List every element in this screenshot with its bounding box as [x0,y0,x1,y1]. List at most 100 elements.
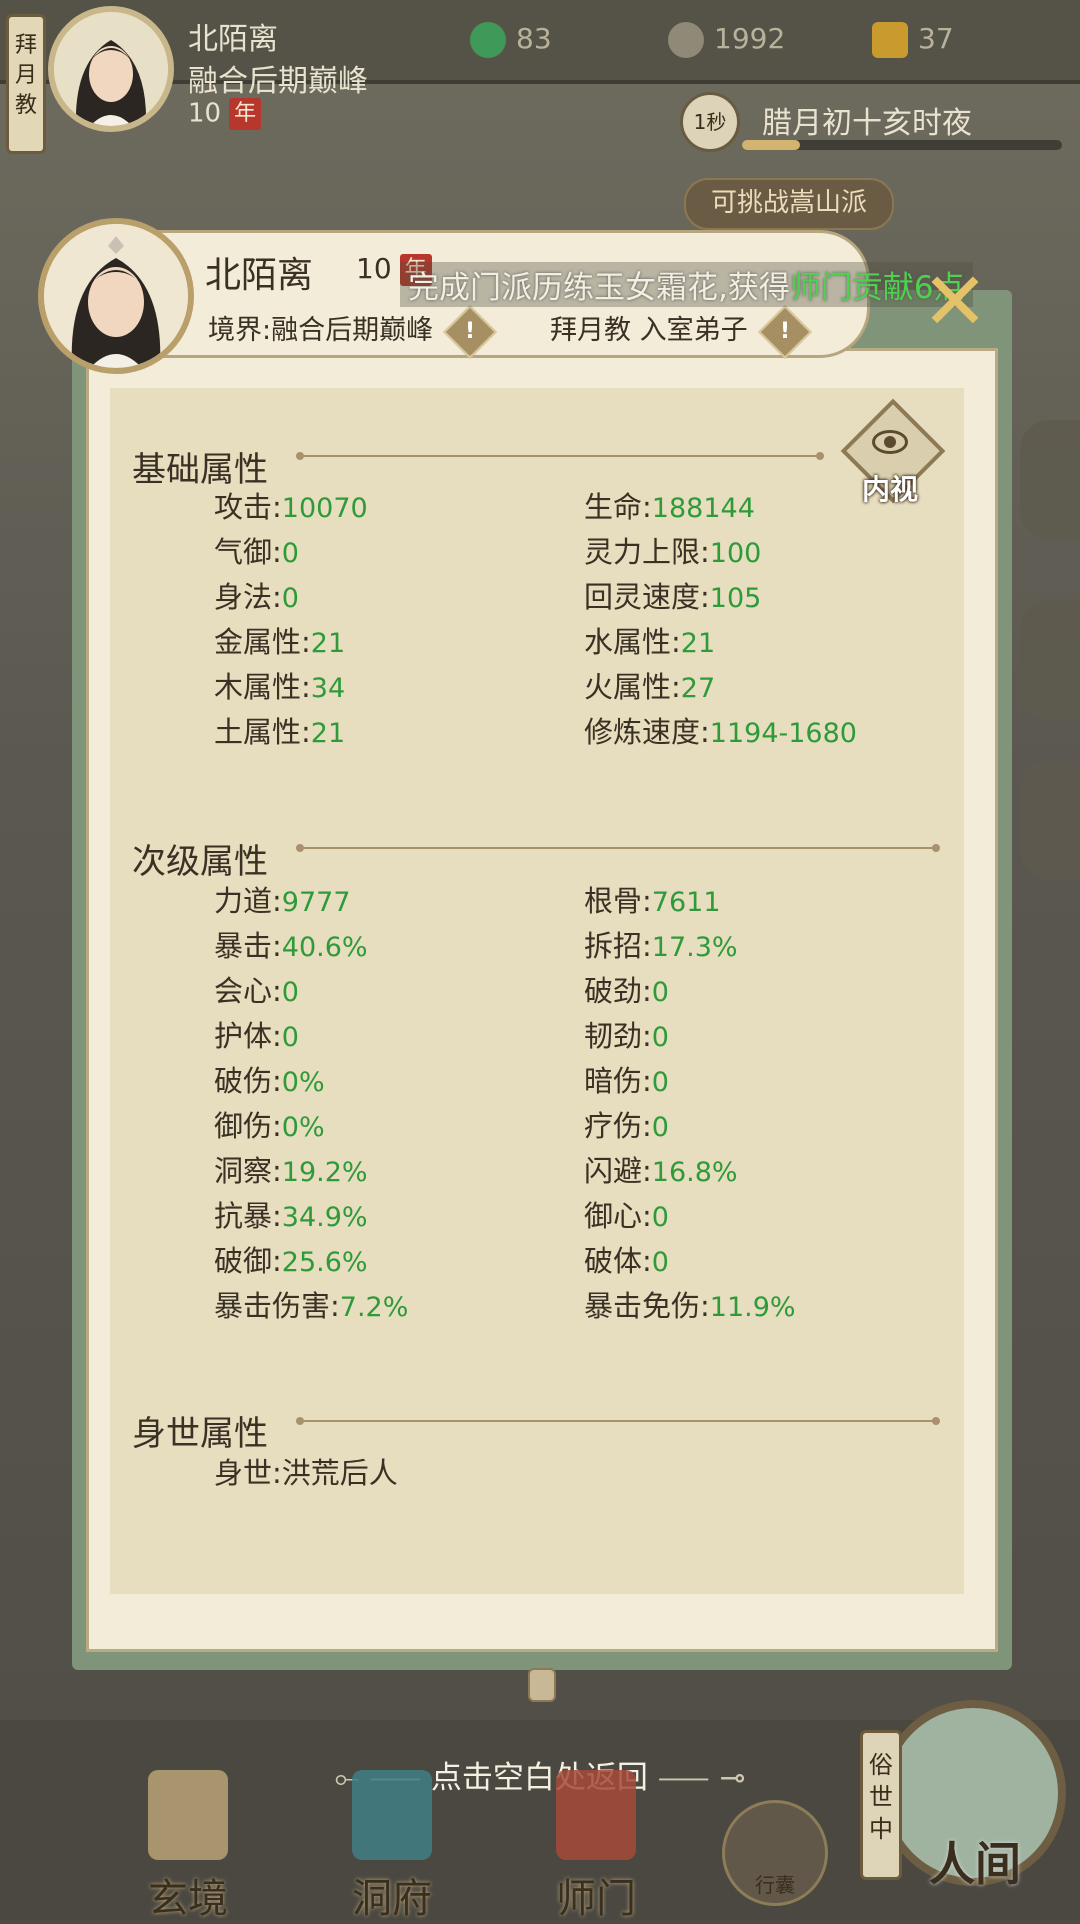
section-divider [296,1417,940,1425]
side-menu-button[interactable] [1020,760,1080,880]
stat-item: 火属性:27 [584,664,715,706]
stat-separator: : [671,670,681,704]
side-menu-button[interactable] [1020,420,1080,540]
bag-label: 行囊 [755,1873,795,1897]
nav-dongfu[interactable]: 洞府 [322,1770,462,1922]
stat-value: 0 [281,977,299,1008]
stat-value: 0 [281,1022,299,1053]
character-sect-label: 拜月教 入室弟子 [550,315,748,346]
warn-glyph: ! [779,318,790,344]
stat-item: 会心:0 [214,968,299,1010]
stat-separator: : [642,1199,652,1233]
stat-label: 土属性 [214,715,302,749]
stat-label: 闪避 [584,1154,643,1188]
nav-xuanjing[interactable]: 玄境 [118,1770,258,1922]
realm-info-icon[interactable]: ! [443,304,497,359]
stat-value: 34 [310,673,346,704]
nav-label: 洞府 [352,1876,432,1922]
stat-separator: : [272,1064,282,1098]
stat-item: 闪避:16.8% [584,1148,738,1190]
stat-value: 1194-1680 [709,718,857,749]
stat-value: 27 [680,673,716,704]
bag-button[interactable]: 行囊 [722,1800,828,1906]
section-divider [296,452,824,460]
stat-label: 破御 [214,1244,273,1278]
stat-label: 生命 [584,490,643,524]
stat-label: 御心 [584,1199,643,1233]
resource-coin-value: 1992 [714,22,786,55]
player-avatar[interactable] [48,6,174,132]
close-icon[interactable]: ✕ [910,262,1000,352]
stat-item: 护体:0 [214,1013,299,1055]
stat-value: 9777 [281,887,351,918]
stat-label: 修炼速度 [584,715,701,749]
stat-separator: : [642,1154,652,1188]
stat-item: 根骨:7611 [584,878,721,920]
stat-item: 水属性:21 [584,619,715,661]
resource-jade[interactable]: 83 [470,22,552,58]
stat-separator: : [272,974,282,1008]
eye-icon [872,430,908,454]
side-menu-button[interactable] [1020,600,1080,720]
stat-item: 洞察:19.2% [214,1148,368,1190]
resource-jade-value: 83 [516,22,552,55]
stat-label: 气御 [214,535,273,569]
stat-item: 拆招:17.3% [584,923,738,965]
time-progress-fill [742,140,800,150]
stat-label: 拆招 [584,929,643,963]
world-button[interactable]: 俗世中 人间 [860,1690,1066,1910]
nav-shimen[interactable]: 师门 [526,1770,666,1922]
stat-value: 188144 [651,493,755,524]
stat-separator: : [642,1064,652,1098]
section-title-origin: 身世属性 [132,1414,268,1454]
inner-view-button[interactable]: 内视 [840,398,946,506]
stat-item: 御伤:0% [214,1103,325,1145]
stat-item: 抗暴:34.9% [214,1193,368,1235]
sect-tag[interactable]: 拜月教 [6,14,46,154]
stat-label: 会心 [214,974,273,1008]
stat-value: 100 [709,538,762,569]
stat-label: 回灵速度 [584,580,701,614]
stat-value: 0 [651,1022,669,1053]
character-name: 北陌离 [205,255,314,296]
top-player-name: 北陌离 [188,22,278,57]
stat-label: 火属性 [584,670,672,704]
top-player-age: 10 年 [188,98,262,130]
time-speed-button[interactable]: 1秒 [680,92,740,152]
resource-coin[interactable]: 1992 [668,22,785,58]
stat-value: 19.2% [281,1157,368,1188]
stat-item: 土属性:21 [214,709,345,751]
stat-label: 身世 [214,1456,273,1490]
stat-value: 7611 [651,887,721,918]
stat-label: 金属性 [214,625,302,659]
stat-value: 11.9% [709,1292,796,1323]
stat-value: 17.3% [651,932,738,963]
stat-label: 力道 [214,884,273,918]
character-age-value: 10 [356,252,392,285]
scroll-pin-icon [528,1668,556,1702]
stat-label: 木属性 [214,670,302,704]
year-badge: 年 [229,98,262,130]
stat-separator: : [700,535,710,569]
ticker-text: 完成门派历练玉女霜花,获得 [408,270,790,306]
resource-merit[interactable]: 37 [872,22,954,58]
stat-label: 韧劲 [584,1019,643,1053]
stat-item: 回灵速度:105 [584,574,761,616]
stat-item: 生命:188144 [584,484,755,526]
stat-item: 金属性:21 [214,619,345,661]
stat-label: 暴击伤害 [214,1289,331,1323]
stat-separator: : [272,1019,282,1053]
stat-label: 疗伤 [584,1109,643,1143]
stat-item: 身法:0 [214,574,299,616]
stat-separator: : [272,1109,282,1143]
stat-value: 40.6% [281,932,368,963]
character-avatar [38,218,194,374]
stat-label: 破体 [584,1244,643,1278]
challenge-button[interactable]: 可挑战嵩山派 [684,178,894,230]
stat-separator: : [642,490,652,524]
time-progress-bar [742,140,1062,150]
stat-value: 0 [651,1202,669,1233]
coin-icon [668,22,704,58]
sect-info-icon[interactable]: ! [757,304,812,359]
stat-value: 0 [651,1112,669,1143]
